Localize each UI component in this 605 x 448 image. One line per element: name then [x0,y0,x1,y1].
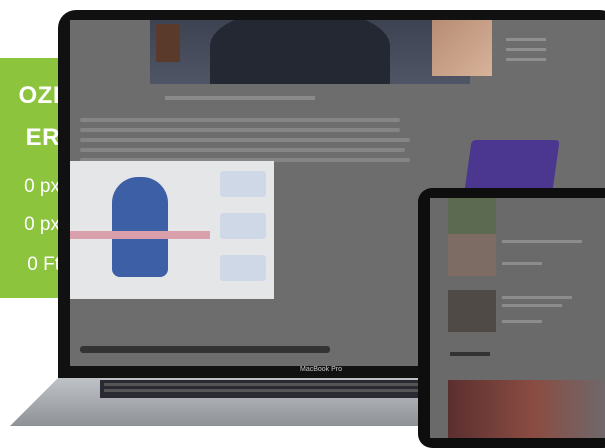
tablet-section-heading [450,352,490,356]
promo-title-line2: ER [25,124,60,151]
tablet-thumbnail [448,234,496,276]
blue-glove [112,177,168,277]
tablet-text-line [502,296,572,299]
text-line [80,138,410,142]
promo-spec-3: 0 Ft [27,254,60,275]
key-row [104,383,456,386]
laptop-brand-label: MacBook Pro [300,366,343,373]
mask-pack-image [220,171,266,197]
product-box-image [464,140,560,192]
sidebar-thumbnail [432,20,492,76]
tablet-group-photo [448,380,605,438]
mask-pack-image [220,213,266,239]
sidebar-text [506,38,546,41]
tablet-text-line [502,320,542,323]
key-row [104,389,456,392]
banner-stripe [70,231,210,239]
text-line [80,128,400,132]
promo-spec-2: 0 px [24,214,60,235]
promo-spec-1: 0 px [24,176,60,197]
sidebar-text [506,48,546,51]
text-line [80,118,400,122]
tablet-text-line [502,304,562,307]
tablet-text-line [502,262,542,265]
tablet-text-line [502,240,582,243]
tablet-thumbnail [448,290,496,332]
hero-image [150,20,470,84]
article-heading-blur [80,346,330,353]
promo-panel: OZI ER 0 px 0 px 0 Ft [0,58,66,298]
person-silhouette [210,20,390,84]
keyboard [100,380,460,398]
face-mask-image [70,161,274,299]
sidebar-text [506,58,546,61]
promo-title-line1: OZI [18,82,60,109]
window-left [156,24,180,62]
image-caption-blur [165,96,315,100]
mask-pack-image [220,255,266,281]
text-line [80,148,405,152]
tablet-screen [430,198,605,438]
